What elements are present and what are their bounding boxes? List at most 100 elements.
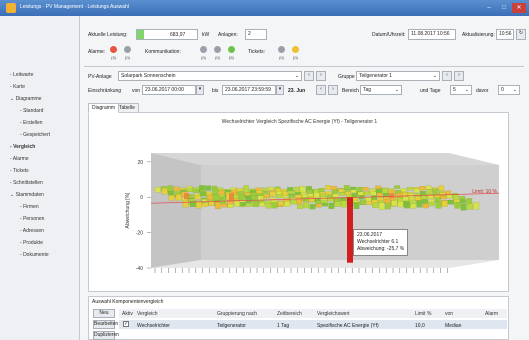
inverter-bar xyxy=(297,203,303,209)
sidebar-item-karte[interactable]: - Karte xyxy=(10,84,25,90)
komm-green-icon[interactable] xyxy=(228,46,235,53)
komm-grey-icon[interactable] xyxy=(214,46,221,53)
sidebar-item-schnittstellen[interactable]: - Schnittstellen xyxy=(10,180,43,186)
sidebar-item-adressen[interactable]: - Adressen xyxy=(20,228,44,234)
sidebar-item-vergleich[interactable]: - Vergleich xyxy=(10,144,35,150)
inverter-bar xyxy=(182,200,189,208)
leistung-label: Aktuelle Leistung: xyxy=(88,32,128,38)
inverter-bar xyxy=(406,187,413,191)
inverter-bar xyxy=(467,203,473,210)
sidebar-item-standard[interactable]: - Standard xyxy=(20,108,43,114)
inverter-bar xyxy=(328,202,335,209)
inverter-bar xyxy=(429,201,435,207)
inverter-bar xyxy=(419,186,426,191)
sidebar-item-stammdaten[interactable]: ⌄ Stammdaten xyxy=(10,192,44,198)
table-cell: Teilgenerator xyxy=(217,323,246,329)
minimize-icon[interactable]: – xyxy=(482,3,496,13)
von-field[interactable]: 23.06.2017 00:00 xyxy=(142,85,196,95)
gruppe-select[interactable]: Teilgenerator 1 ⌄ xyxy=(356,71,440,81)
inverter-bar xyxy=(364,191,370,196)
sidebar-item-leitwarte[interactable]: - Leitwarte xyxy=(10,72,33,78)
prev-button[interactable]: ‹ xyxy=(316,85,326,95)
inverter-bar xyxy=(394,185,400,189)
inverter-bar xyxy=(378,202,385,210)
col-header: Gruppierung nach xyxy=(217,311,258,317)
chart-tooltip: 23.06.2017 Wechselrichter 6.1 Abweichung… xyxy=(353,229,409,256)
inverter-bar xyxy=(448,200,454,205)
sidebar-item-personen[interactable]: - Personen xyxy=(20,216,44,222)
inverter-bar xyxy=(366,201,372,205)
close-icon[interactable]: ✕ xyxy=(512,3,526,13)
inverter-bar xyxy=(264,194,270,198)
inverter-bar xyxy=(427,195,434,199)
prev-button[interactable]: ‹ xyxy=(442,71,452,81)
bereich-select[interactable]: Tag ⌄ xyxy=(360,85,402,95)
inverter-bar xyxy=(221,203,228,208)
sidebar-item-dokumente[interactable]: - Dokumente xyxy=(20,252,49,258)
duplicate-button[interactable]: Duplizieren xyxy=(93,331,119,340)
limit-label: Limit: 10 % xyxy=(472,189,497,195)
alarm-grey-icon[interactable] xyxy=(124,46,131,53)
inverter-bar xyxy=(243,185,249,193)
ticket-yellow-icon[interactable] xyxy=(292,46,299,53)
inverter-bar xyxy=(341,200,347,208)
tab-diagramm[interactable]: Diagramm xyxy=(88,103,120,113)
new-button[interactable]: Neu xyxy=(93,309,115,318)
next-button[interactable]: › xyxy=(328,85,338,95)
inverter-bar xyxy=(284,201,291,207)
maximize-icon[interactable]: □ xyxy=(497,3,511,13)
bereich-label: Bereich xyxy=(342,88,359,94)
chevron-down-icon: ⌄ xyxy=(294,73,299,79)
sidebar-item-alarme[interactable]: - Alarme xyxy=(10,156,29,162)
sidebar-item-tickets[interactable]: - Tickets xyxy=(10,168,29,174)
refresh-icon[interactable]: ↻ xyxy=(516,29,526,40)
ticket-count: (0) xyxy=(293,55,298,60)
inverter-bar xyxy=(161,188,168,195)
davor-select[interactable]: 0 ⌄ xyxy=(498,85,520,95)
komm-grey-icon[interactable] xyxy=(200,46,207,53)
compare-panel: Auswahl Komponentenvergleich Neu Bearbei… xyxy=(88,296,509,340)
next-button[interactable]: › xyxy=(454,71,464,81)
alarm-red-icon[interactable] xyxy=(110,46,117,53)
inverter-bar xyxy=(388,189,395,194)
inverter-bar xyxy=(435,201,442,209)
inverter-bar xyxy=(306,189,313,194)
gruppe-label: Gruppe xyxy=(338,74,355,80)
inverter-bar xyxy=(268,186,274,191)
tage-select[interactable]: 5 ⌄ xyxy=(450,85,472,95)
refresh-label: Aktualisierung: xyxy=(462,32,495,38)
ticket-grey-icon[interactable] xyxy=(278,46,285,53)
inverter-bar xyxy=(271,202,278,209)
sidebar-item-firmen[interactable]: - Firmen xyxy=(20,204,39,210)
inverter-bar xyxy=(425,185,432,190)
calendar-icon[interactable]: ▾ xyxy=(196,85,204,95)
inverter-bar xyxy=(212,188,219,196)
leistung-unit: kW xyxy=(202,32,210,38)
range-label: Einschränkung xyxy=(88,88,122,94)
table-cell: 1 Tag xyxy=(277,323,290,329)
prev-button[interactable]: ‹ xyxy=(304,71,314,81)
inverter-bar xyxy=(404,203,410,209)
bis-field[interactable]: 23.06.2017 23:59:59 xyxy=(222,85,276,95)
sidebar-item-produkte[interactable]: - Produkte xyxy=(20,240,43,246)
inverter-bar xyxy=(362,187,369,191)
sidebar-item-diagramme[interactable]: ⌄ Diagramme xyxy=(10,96,41,102)
next-button[interactable]: › xyxy=(316,71,326,81)
col-header: Limit % xyxy=(415,311,432,317)
active-checkbox[interactable]: ✓ xyxy=(123,321,129,327)
edit-button[interactable]: Bearbeiten xyxy=(93,320,118,329)
calendar-icon[interactable]: ▾ xyxy=(276,85,284,95)
davor-label: davor xyxy=(476,88,489,94)
col-header: Alarm xyxy=(485,311,499,317)
inverter-bar xyxy=(459,196,466,200)
y-axis-label: Abweichung [%] xyxy=(125,192,131,228)
sidebar-item-erstellen[interactable]: - Erstellen xyxy=(20,120,43,126)
inverter-bar xyxy=(189,200,196,207)
inverter-bar xyxy=(168,191,174,196)
y-tick-label: -40 xyxy=(136,266,143,272)
sidebar: - Leitwarte - Karte ⌄ Diagramme - Standa… xyxy=(0,16,80,340)
inverter-bar xyxy=(413,188,420,193)
inverter-bar xyxy=(196,201,202,209)
pv-select[interactable]: Solarpark Sonnenschein ⌄ xyxy=(118,71,302,81)
sidebar-item-gespeichert[interactable]: - Gespeichert xyxy=(20,132,50,138)
